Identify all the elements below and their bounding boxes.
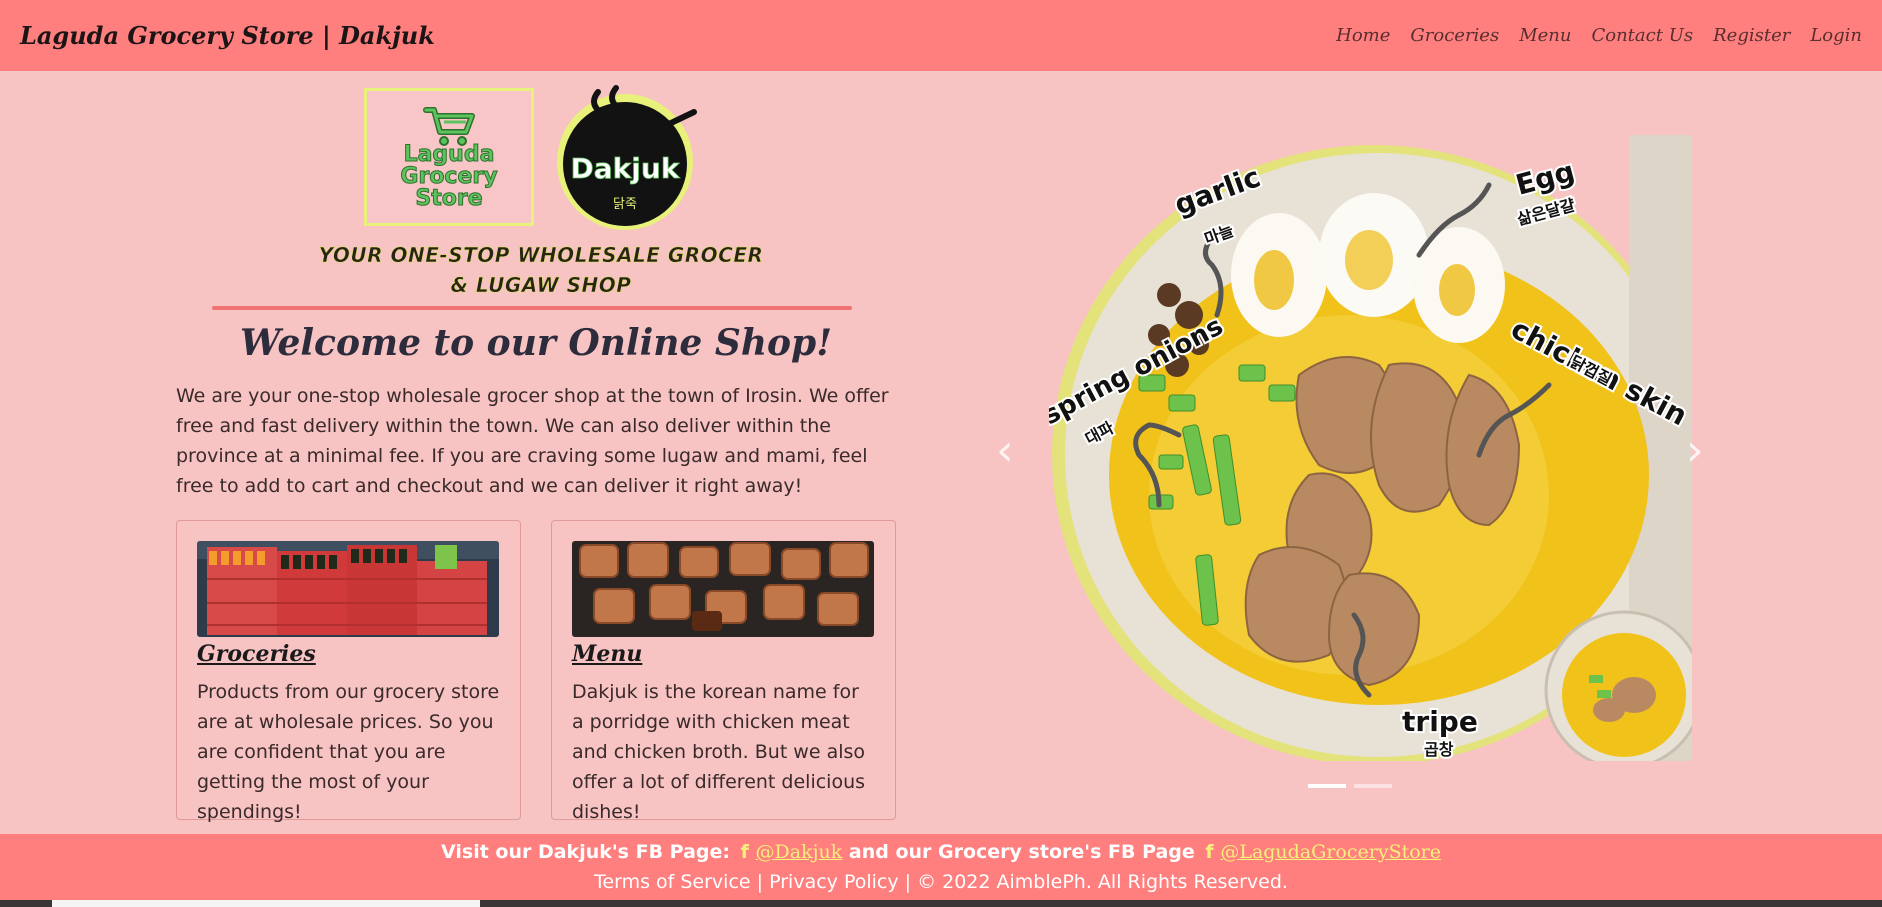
menu-card-title[interactable]: Menu bbox=[572, 641, 642, 667]
facebook-icon: f bbox=[1205, 841, 1214, 863]
svg-text:Dakjuk: Dakjuk bbox=[571, 152, 681, 185]
menu-card-text: Dakjuk is the korean name for a porridge… bbox=[572, 681, 866, 823]
carousel-indicator-2[interactable] bbox=[1354, 784, 1392, 788]
separator: | bbox=[904, 871, 918, 893]
label-tripe: tripe bbox=[1402, 705, 1478, 738]
horizontal-scrollbar[interactable] bbox=[52, 900, 480, 907]
grocery-fb-link[interactable]: @LagudaGroceryStore bbox=[1220, 841, 1441, 863]
grocery-logo-line-3: Store bbox=[415, 186, 483, 211]
facebook-icon: f bbox=[740, 841, 749, 863]
groceries-card-text: Products from our grocery store are at w… bbox=[197, 681, 500, 823]
separator: | bbox=[756, 871, 770, 893]
menu-image bbox=[572, 541, 874, 637]
footer-fb-middle: and our Grocery store's FB Page bbox=[848, 841, 1195, 863]
carousel-indicator-1[interactable] bbox=[1308, 784, 1346, 788]
nav-menu[interactable]: Menu bbox=[1519, 25, 1571, 46]
groceries-card-title[interactable]: Groceries bbox=[197, 641, 316, 667]
svg-text:곱창: 곱창 bbox=[1424, 740, 1454, 759]
nav-login[interactable]: Login bbox=[1810, 25, 1862, 46]
svg-text:닭죽: 닭죽 bbox=[613, 197, 637, 212]
slogan-line-1: YOUR ONE-STOP WHOLESALE GROCER bbox=[318, 243, 764, 268]
dakjuk-logo-name: Dakjuk bbox=[571, 152, 681, 185]
privacy-policy-link[interactable]: Privacy Policy bbox=[769, 871, 898, 893]
carousel-prev-button[interactable]: ‹ bbox=[996, 425, 1014, 476]
grocery-logo-line-2: Grocery bbox=[400, 164, 498, 189]
dakjuk-fb-link[interactable]: @Dakjuk bbox=[756, 841, 843, 863]
nav-links: Home Groceries Menu Contact Us Register … bbox=[1336, 25, 1862, 46]
slogan-line-2: & LUGAW SHOP bbox=[450, 273, 632, 298]
nav-register[interactable]: Register bbox=[1713, 25, 1790, 46]
groceries-image bbox=[197, 541, 499, 637]
footer-legal-line: Terms of Service | Privacy Policy | © 20… bbox=[0, 871, 1882, 893]
terms-of-service-link[interactable]: Terms of Service bbox=[594, 871, 751, 893]
copyright-text: © 2022 AimblePh. All Rights Reserved. bbox=[917, 871, 1288, 893]
cart-icon bbox=[422, 104, 476, 146]
dakjuk-logo: Dakjuk 닭죽 bbox=[557, 85, 697, 230]
nav-home[interactable]: Home bbox=[1336, 25, 1390, 46]
footer: Visit our Dakjuk's FB Page: f @Dakjuk an… bbox=[0, 834, 1882, 907]
nav-groceries[interactable]: Groceries bbox=[1410, 25, 1499, 46]
grocery-store-logo: Laguda Grocery Store bbox=[364, 88, 534, 226]
nav-contact-us[interactable]: Contact Us bbox=[1591, 25, 1693, 46]
brand-title[interactable]: Laguda Grocery Store | Dakjuk bbox=[20, 21, 435, 50]
navbar: Laguda Grocery Store | Dakjuk Home Groce… bbox=[0, 0, 1882, 71]
footer-fb-prefix: Visit our Dakjuk's FB Page: bbox=[441, 841, 731, 863]
logo-area: Laguda Grocery Store Dakjuk 닭죽 YOUR ONE-… bbox=[176, 80, 896, 320]
label-tripe-ko: 곱창 bbox=[1424, 740, 1454, 759]
footer-fb-line: Visit our Dakjuk's FB Page: f @Dakjuk an… bbox=[0, 841, 1882, 863]
carousel-indicators bbox=[1308, 784, 1392, 788]
groceries-card: Groceries Products from our grocery stor… bbox=[176, 520, 521, 823]
welcome-title: Welcome to our Online Shop! bbox=[239, 322, 833, 364]
carousel-next-button[interactable]: › bbox=[1686, 425, 1704, 476]
carousel-slide-dakjuk: garlic 마늘 Egg 삶은달걀 spring onions 대파 chic… bbox=[1049, 135, 1692, 761]
dakjuk-logo-korean: 닭죽 bbox=[613, 197, 637, 212]
divider bbox=[212, 306, 852, 310]
menu-card: Menu Dakjuk is the korean name for a por… bbox=[551, 520, 896, 823]
slogan: YOUR ONE-STOP WHOLESALE GROCER & LUGAW S… bbox=[306, 240, 776, 300]
image-carousel[interactable]: garlic 마늘 Egg 삶은달걀 spring onions 대파 chic… bbox=[996, 135, 1704, 761]
welcome-text: We are your one-stop wholesale grocer sh… bbox=[176, 385, 889, 497]
svg-text:tripe: tripe bbox=[1402, 705, 1478, 738]
